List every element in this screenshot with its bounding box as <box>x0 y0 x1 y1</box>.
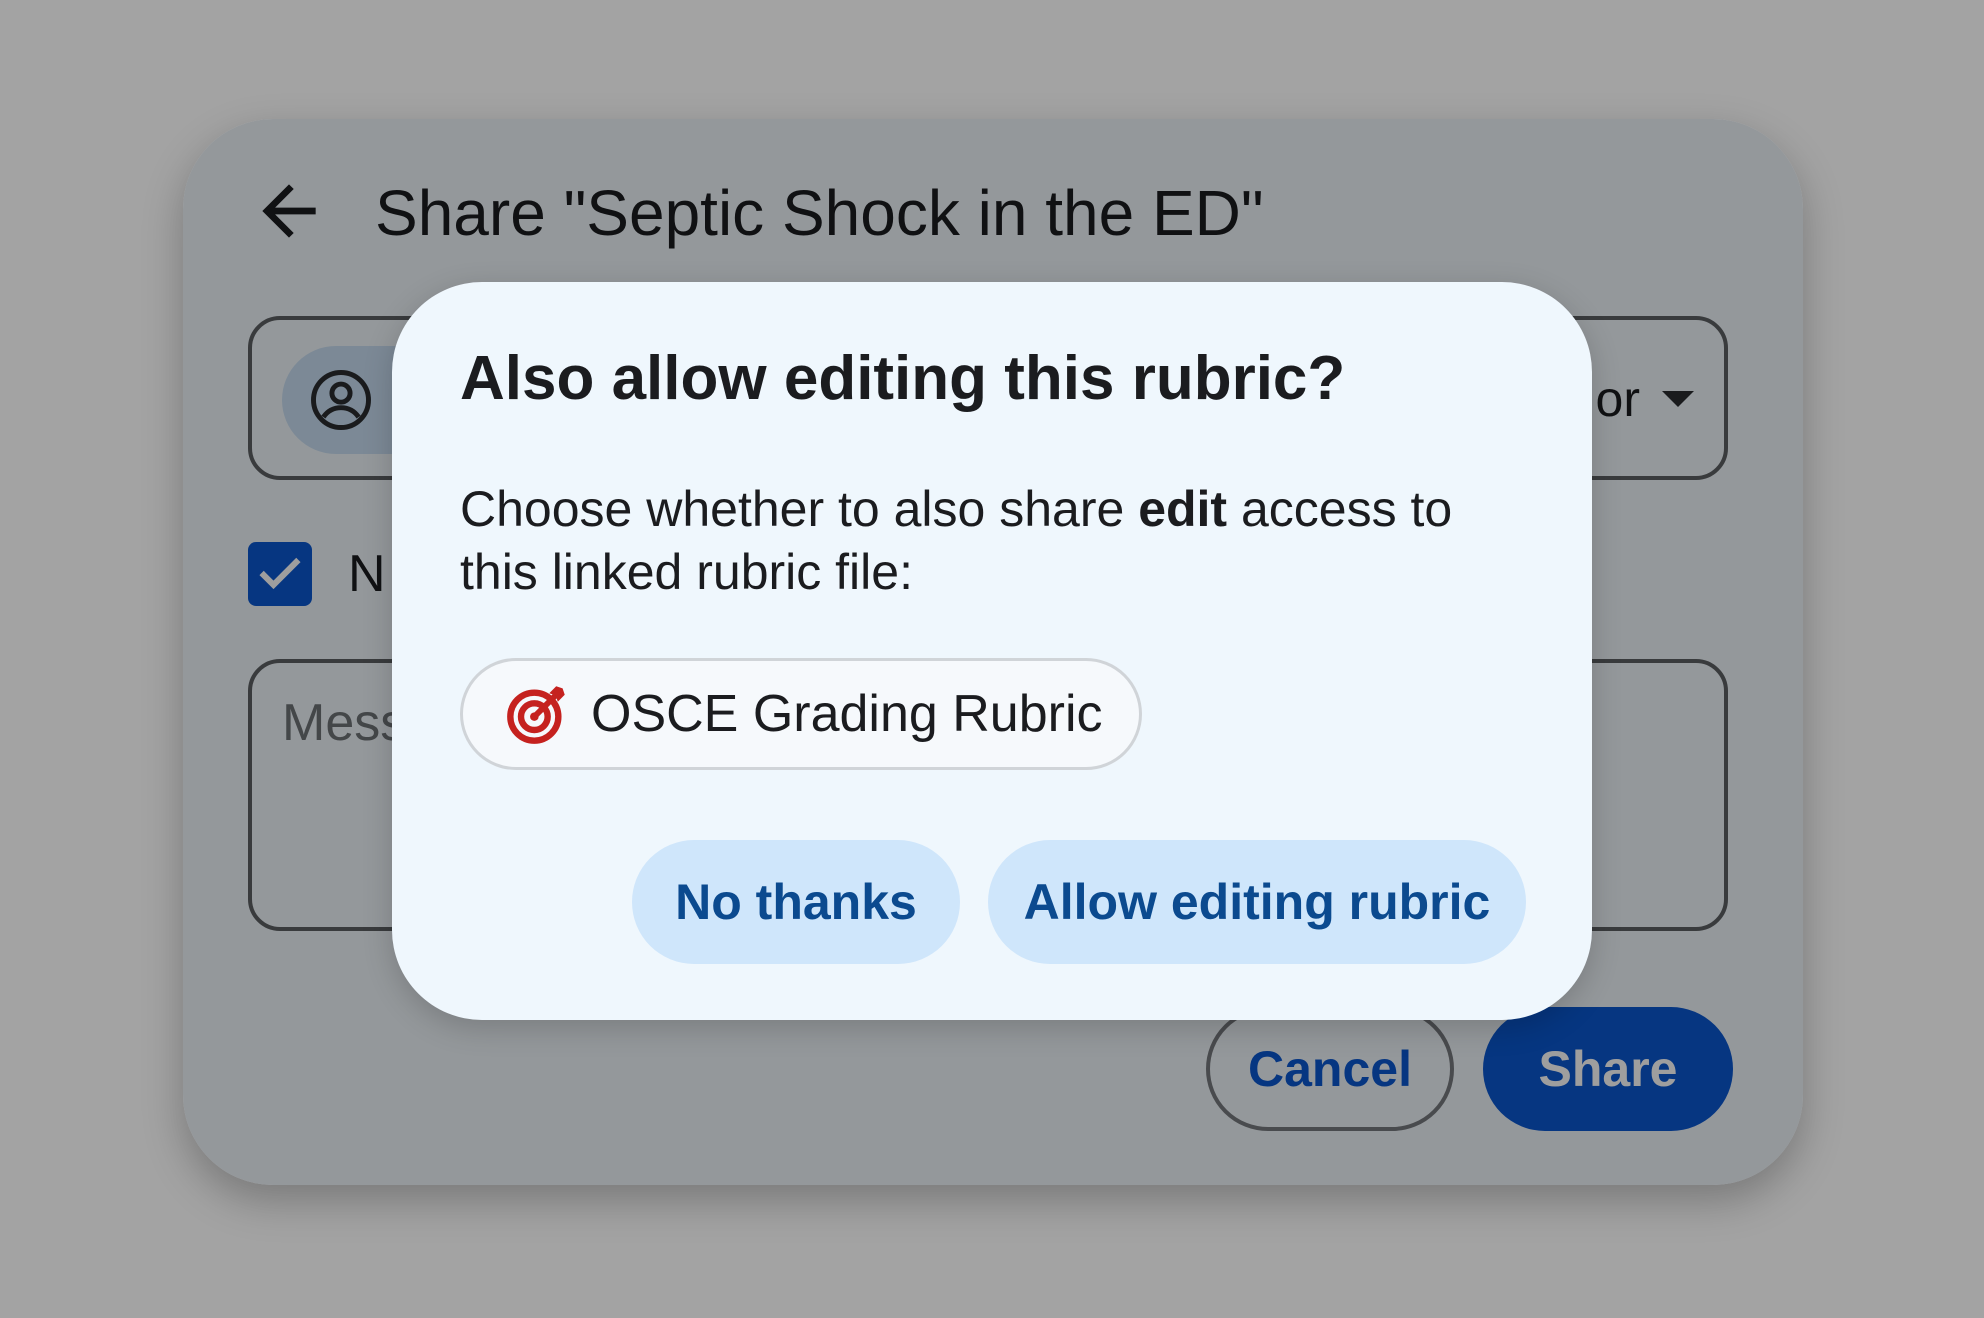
no-thanks-button[interactable]: No thanks <box>632 840 960 964</box>
modal-body: Choose whether to also share edit access… <box>460 478 1540 604</box>
modal-body-prefix: Choose whether to also share <box>460 481 1139 537</box>
modal-title: Also allow editing this rubric? <box>460 344 1346 413</box>
file-chip-label: OSCE Grading Rubric <box>591 685 1103 743</box>
allow-editing-button[interactable]: Allow editing rubric <box>988 840 1526 964</box>
linked-file-chip[interactable]: OSCE Grading Rubric <box>460 658 1142 770</box>
confirm-edit-access-modal: Also allow editing this rubric? Choose w… <box>392 282 1592 1020</box>
target-icon <box>507 686 565 744</box>
modal-body-emphasis: edit <box>1138 481 1228 537</box>
